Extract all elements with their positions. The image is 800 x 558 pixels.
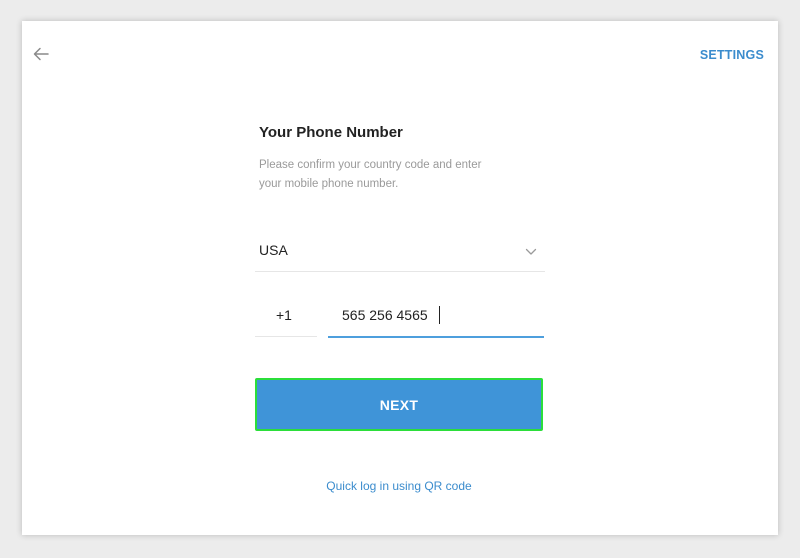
qr-login-link[interactable]: Quick log in using QR code xyxy=(255,479,543,493)
login-window: SETTINGS Your Phone Number Please confir… xyxy=(22,21,778,535)
arrow-left-icon xyxy=(33,47,49,61)
back-button[interactable] xyxy=(30,43,52,65)
settings-link[interactable]: SETTINGS xyxy=(700,48,764,62)
page-subtitle: Please confirm your country code and ent… xyxy=(259,159,482,190)
country-code-field[interactable]: +1 xyxy=(255,296,317,337)
chevron-down-icon xyxy=(525,248,537,255)
country-select[interactable]: USA xyxy=(255,233,545,272)
country-value: USA xyxy=(259,242,288,258)
phone-number-field[interactable] xyxy=(328,296,544,338)
phone-number-input[interactable] xyxy=(342,305,532,325)
text-caret xyxy=(439,306,440,324)
page-title: Your Phone Number xyxy=(259,124,403,141)
country-code-value: +1 xyxy=(276,307,292,323)
next-button[interactable]: NEXT xyxy=(255,378,543,431)
